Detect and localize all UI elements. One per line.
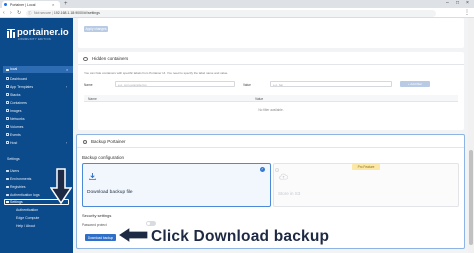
sidebar-item-containers[interactable]: Containers <box>10 101 27 105</box>
value-label: Value <box>243 82 251 87</box>
tab-close-icon[interactable]: × <box>52 2 54 7</box>
chevron-right-icon: › <box>66 84 68 89</box>
favicon-icon <box>4 2 7 6</box>
browser-menu-icon[interactable]: ⋮ <box>464 9 470 16</box>
chevron-right-icon: › <box>66 140 68 145</box>
gear-icon <box>83 139 87 144</box>
filter-table-header <box>84 95 458 102</box>
backup-config-title: Backup configuration <box>82 155 125 160</box>
name-field[interactable]: e.g. com.example.foo <box>115 81 235 87</box>
network-icon <box>6 117 9 120</box>
dashboard-icon <box>6 77 9 80</box>
logo-subtitle: COMMUNITY EDITION <box>18 38 52 41</box>
new-tab-button[interactable]: + <box>64 1 68 7</box>
sidebar-item-images[interactable]: Images <box>10 109 21 113</box>
close-environment-icon[interactable]: × <box>66 67 68 72</box>
minimize-button[interactable]: – <box>446 0 449 6</box>
history-icon <box>6 193 9 196</box>
rocket-icon <box>6 85 9 88</box>
hidden-containers-description: You can hide containers with specific la… <box>84 71 229 75</box>
cube-icon <box>6 101 9 104</box>
scrollbar-thumb[interactable] <box>469 150 473 245</box>
sidebar-item-registries[interactable]: Registries <box>10 185 26 189</box>
toggle-knob <box>147 222 150 225</box>
security-label: Not secure <box>34 11 51 15</box>
settings-card <box>78 18 464 48</box>
close-window-button[interactable]: × <box>466 0 469 6</box>
environment-label: local <box>10 67 18 71</box>
gear-icon <box>6 200 9 203</box>
history-icon <box>6 133 9 136</box>
sidebar-item-volumes[interactable]: Volumes <box>10 125 23 129</box>
database-icon <box>6 125 9 128</box>
hidden-containers-header <box>78 52 464 65</box>
sidebar-item-dashboard[interactable]: Dashboard <box>10 77 27 81</box>
url-field[interactable]: Not secure | 192.168.1.18:9000/#!/settin… <box>26 9 436 17</box>
logo[interactable]: portainer.io <box>17 27 69 38</box>
sidebar-item-stacks[interactable]: Stacks <box>10 93 21 97</box>
layers-icon <box>6 93 9 96</box>
portainer-logo-icon <box>7 29 15 38</box>
browser-tab-bar <box>0 0 474 8</box>
sidebar-item-users[interactable]: Users <box>10 169 19 173</box>
sidebar-item-settings[interactable]: Settings <box>10 200 23 204</box>
backup-header <box>77 135 464 148</box>
store-s3-label: Store in S3 <box>278 191 301 196</box>
column-name: Name <box>88 96 97 101</box>
sidebar-item-events[interactable]: Events <box>10 133 21 137</box>
reload-button[interactable]: ↻ <box>17 10 21 16</box>
sidebar-item-help-about[interactable]: Help / About <box>16 224 35 228</box>
image-icon <box>6 109 9 112</box>
cloud-upload-icon <box>279 173 288 180</box>
plug-icon <box>6 177 9 180</box>
s3-radio[interactable] <box>275 168 279 172</box>
sidebar-item-auth-logs[interactable]: Authentication logs <box>10 193 40 197</box>
users-icon <box>6 169 9 172</box>
password-protect-label: Password protect <box>82 223 107 227</box>
value-field[interactable]: e.g. bar <box>270 81 392 87</box>
apply-changes-button[interactable]: Apply changes <box>84 26 108 32</box>
name-label: Name <box>84 82 93 87</box>
column-value: Value <box>255 96 264 101</box>
hidden-containers-title: Hidden containers <box>92 56 129 61</box>
sidebar-item-environments[interactable]: Environments <box>10 177 31 181</box>
sidebar-item-app-templates[interactable]: App Templates <box>10 85 33 89</box>
arrow-down-icon <box>50 168 72 204</box>
url-text: 192.168.1.18:9000/#!/settings <box>53 11 100 15</box>
sidebar-item-edge-compute[interactable]: Edge Compute <box>16 216 39 220</box>
download-backup-option[interactable] <box>82 163 271 207</box>
server-icon <box>6 141 9 144</box>
backup-title: Backup Portainer <box>91 139 126 144</box>
empty-state: No filter available. <box>258 108 284 112</box>
forward-button[interactable]: › <box>10 10 12 16</box>
add-filter-button[interactable]: + Add filter <box>400 81 430 87</box>
arrow-left-icon <box>117 226 149 244</box>
security-settings-title: Security settings <box>82 213 112 218</box>
maximize-button[interactable]: □ <box>456 0 459 6</box>
download-icon <box>89 173 96 180</box>
registry-icon <box>6 185 9 188</box>
environment-icon <box>6 68 9 71</box>
sidebar-item-authentication[interactable]: Authentication <box>16 208 38 212</box>
download-backup-button[interactable]: Download backup <box>85 234 116 241</box>
sidebar-item-host[interactable]: Host <box>10 141 17 145</box>
back-button[interactable]: ‹ <box>3 10 5 16</box>
pro-feature-badge: Pro Feature <box>352 164 380 170</box>
info-icon[interactable]: ⓘ <box>28 11 32 16</box>
instruction-callout: Click Download backup <box>151 228 330 245</box>
settings-section-title: Settings <box>7 157 20 161</box>
eye-slash-icon <box>83 56 88 61</box>
check-icon: ✓ <box>260 167 265 172</box>
sidebar-item-networks[interactable]: Networks <box>10 117 25 121</box>
download-backup-label: Download backup file <box>87 190 133 195</box>
